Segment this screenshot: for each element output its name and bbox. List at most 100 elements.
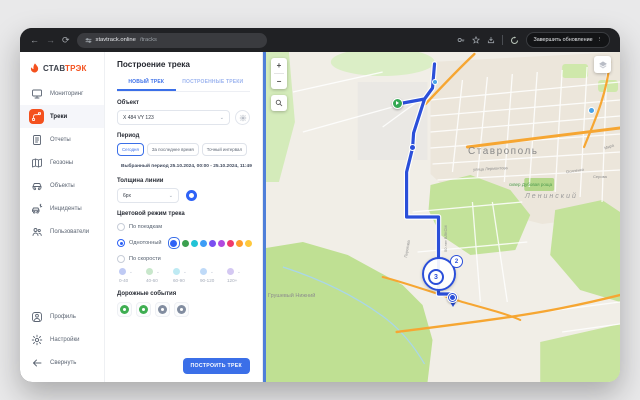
panel-tabs: НОВЫЙ ТРЕК ПОСТРОЕННЫЕ ТРЕКИ bbox=[117, 76, 250, 92]
event-dot bbox=[158, 305, 167, 314]
map[interactable]: Ставрополь Ленинский сквер Дубовая роща … bbox=[263, 52, 620, 382]
sidebar-item-geozones[interactable]: Геозоны bbox=[20, 151, 104, 174]
palette-swatch[interactable] bbox=[245, 240, 252, 247]
speed-dot bbox=[200, 268, 207, 275]
period-chip-exact[interactable]: Точный интервал bbox=[202, 143, 247, 156]
period-chip-today[interactable]: Сегодня bbox=[117, 143, 144, 156]
gear-icon bbox=[31, 334, 43, 346]
object-value: X 484 VY 123 bbox=[123, 115, 154, 121]
speed-color-select[interactable]: ⌄ bbox=[173, 268, 196, 275]
address-bar[interactable]: stavtrack.online/tracks bbox=[77, 33, 267, 48]
radio-by-speed[interactable] bbox=[117, 255, 125, 263]
event-toggle[interactable] bbox=[155, 302, 170, 317]
logo-text-1: СТАВ bbox=[43, 64, 65, 73]
track-builder-panel: Построение трека НОВЫЙ ТРЕК ПОСТРОЕННЫЕ … bbox=[105, 52, 263, 382]
tab-built-tracks[interactable]: ПОСТРОЕННЫЕ ТРЕКИ bbox=[176, 76, 250, 91]
palette-swatch[interactable] bbox=[227, 240, 234, 247]
palette-swatch[interactable] bbox=[191, 240, 198, 247]
route-start-marker[interactable] bbox=[392, 98, 403, 109]
event-cluster-badge[interactable]: 2 bbox=[450, 255, 463, 268]
back-icon[interactable]: ← bbox=[30, 36, 39, 45]
route-end-marker[interactable] bbox=[447, 292, 458, 303]
route-waypoint-dot[interactable] bbox=[409, 144, 416, 151]
speed-range-label: 0-40 bbox=[119, 278, 142, 283]
speed-range-label: 90-120 bbox=[200, 278, 223, 283]
event-toggle[interactable] bbox=[117, 302, 132, 317]
bookmark-star-icon[interactable] bbox=[472, 36, 480, 44]
event-toggle[interactable] bbox=[174, 302, 189, 317]
radio-solid[interactable] bbox=[117, 239, 125, 247]
kebab-menu-icon[interactable]: ⋮ bbox=[597, 37, 602, 43]
speed-range-label: 60-90 bbox=[173, 278, 196, 283]
radio-solid-label: Однотонный bbox=[129, 240, 162, 246]
chevron-down-icon: ⌄ bbox=[210, 269, 214, 275]
palette-swatch[interactable] bbox=[218, 240, 225, 247]
radio-by-trips[interactable] bbox=[117, 223, 125, 231]
object-select[interactable]: X 484 VY 123 ⌄ bbox=[117, 110, 230, 125]
speed-dot bbox=[146, 268, 153, 275]
road-events-label: Дорожные события bbox=[117, 291, 250, 297]
sidebar-item-label: Пользователи bbox=[50, 229, 89, 235]
map-canvas[interactable] bbox=[263, 52, 620, 382]
sidebar-item-tracks[interactable]: Треки bbox=[20, 105, 104, 128]
profile-icon bbox=[31, 311, 43, 323]
sidebar-item-incidents[interactable]: Инциденты bbox=[20, 197, 104, 220]
finish-update-label: Завершить обновление bbox=[534, 37, 593, 43]
tab-new-track[interactable]: НОВЫЙ ТРЕК bbox=[117, 76, 176, 91]
site-info-icon bbox=[85, 37, 92, 44]
object-settings-button[interactable] bbox=[235, 110, 250, 125]
chevron-down-icon: ⌄ bbox=[183, 269, 187, 275]
zoom-out-button[interactable]: − bbox=[271, 74, 287, 89]
sidebar-item-profile[interactable]: Профиль bbox=[20, 305, 104, 328]
reload-icon[interactable]: ⟳ bbox=[62, 36, 70, 45]
monitor-icon bbox=[31, 88, 43, 100]
zoom-in-button[interactable]: + bbox=[271, 58, 287, 73]
sidebar-item-users[interactable]: Пользователи bbox=[20, 220, 104, 243]
update-icon[interactable] bbox=[510, 36, 519, 45]
logo[interactable]: СТАВТРЭК bbox=[20, 58, 104, 82]
finish-update-button[interactable]: Завершить обновление ⋮ bbox=[526, 32, 611, 48]
event-dot bbox=[120, 305, 129, 314]
car-icon bbox=[31, 180, 43, 192]
transit-stop-icon bbox=[588, 107, 595, 114]
sidebar-item-reports[interactable]: Отчеты bbox=[20, 128, 104, 151]
transit-stop-icon bbox=[432, 79, 438, 85]
thickness-select[interactable]: 6px ⌄ bbox=[117, 188, 179, 203]
sidebar-item-label: Инциденты bbox=[50, 206, 82, 212]
url-domain: stavtrack.online bbox=[96, 37, 136, 43]
palette-swatch-selected[interactable] bbox=[168, 237, 180, 249]
speed-color-select[interactable]: ⌄ bbox=[119, 268, 142, 275]
route-icon bbox=[31, 111, 42, 122]
chevron-down-icon: ⌄ bbox=[129, 269, 133, 275]
sidebar-item-settings[interactable]: Настройки bbox=[20, 328, 104, 351]
color-palette bbox=[168, 237, 252, 249]
speed-color-select[interactable]: ⌄ bbox=[227, 268, 250, 275]
passwords-icon[interactable] bbox=[457, 36, 465, 44]
palette-swatch[interactable] bbox=[236, 240, 243, 247]
speed-color-select[interactable]: ⌄ bbox=[200, 268, 223, 275]
radio-by-speed-label: По скорости bbox=[129, 256, 161, 262]
sidebar-item-objects[interactable]: Объекты bbox=[20, 174, 104, 197]
event-toggle[interactable] bbox=[136, 302, 151, 317]
period-options: Сегодня За последнее время Точный интерв… bbox=[117, 143, 250, 156]
car-crash-icon bbox=[31, 203, 43, 215]
map-search-button[interactable] bbox=[271, 95, 287, 111]
selected-period-text: Выбранный период 25.10.2024, 00:00 - 25.… bbox=[121, 164, 252, 169]
palette-swatch[interactable] bbox=[182, 240, 189, 247]
sidebar-collapse[interactable]: Свернуть bbox=[20, 351, 104, 374]
event-cluster-count[interactable]: 3 bbox=[428, 269, 444, 285]
build-track-button[interactable]: ПОСТРОИТЬ ТРЕК bbox=[183, 358, 251, 374]
panel-scrollbar[interactable] bbox=[263, 52, 266, 382]
users-icon bbox=[31, 226, 43, 238]
period-chip-recent[interactable]: За последнее время bbox=[147, 143, 199, 156]
palette-swatch[interactable] bbox=[200, 240, 207, 247]
downloads-icon[interactable] bbox=[487, 36, 495, 44]
map-layers-button[interactable] bbox=[594, 56, 611, 73]
speed-color-select[interactable]: ⌄ bbox=[146, 268, 169, 275]
chevron-down-icon: ⌄ bbox=[169, 193, 173, 199]
palette-swatch[interactable] bbox=[209, 240, 216, 247]
forward-icon[interactable]: → bbox=[46, 36, 55, 45]
sidebar-item-label: Объекты bbox=[50, 183, 75, 189]
sidebar-item-monitoring[interactable]: Мониторинг bbox=[20, 82, 104, 105]
browser-toolbar: ← → ⟳ stavtrack.online/tracks Завершить … bbox=[20, 28, 620, 52]
